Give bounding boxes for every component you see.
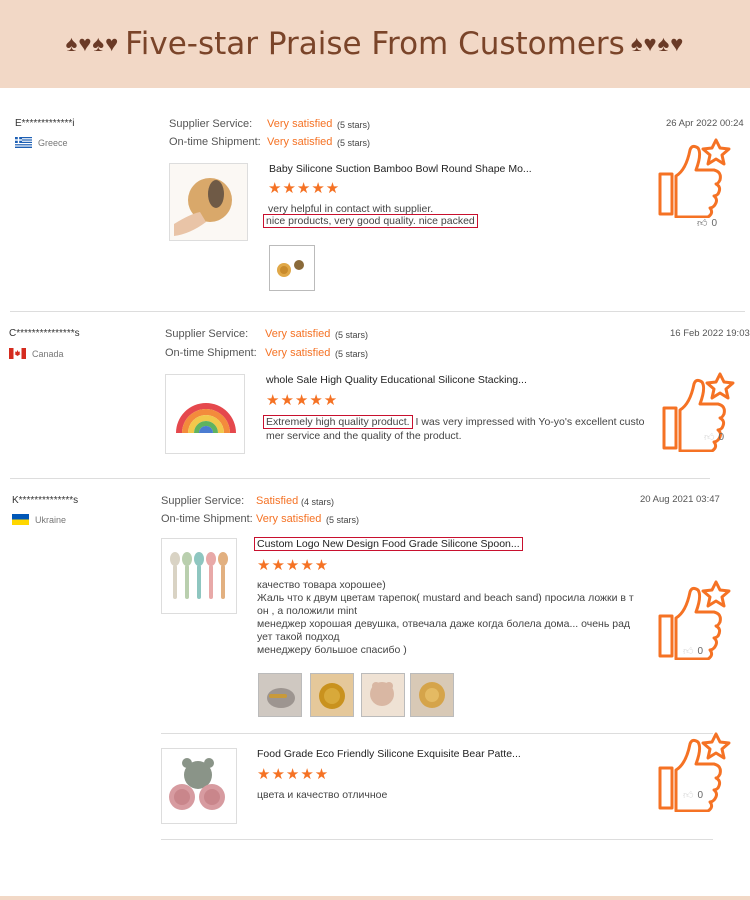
- product-image-2[interactable]: [161, 748, 237, 824]
- rating-stars: ★★★★★: [257, 557, 330, 574]
- highlighted-product-name[interactable]: Custom Logo New Design Food Grade Silico…: [254, 537, 523, 551]
- product-name[interactable]: whole Sale High Quality Educational Sili…: [266, 374, 527, 386]
- product-name[interactable]: Custom Logo New Design Food Grade Silico…: [254, 537, 523, 551]
- canada-flag-icon: [9, 348, 26, 359]
- like-button[interactable]: 👍︎ 0: [683, 645, 704, 658]
- review-date: 20 Aug 2021 03:47: [640, 494, 720, 505]
- like-icon: 👍︎: [704, 432, 715, 443]
- divider: [161, 733, 713, 734]
- comment-line-4: менеджер хорошая девушка, отвечала даже …: [257, 618, 631, 630]
- like-icon: 👍︎: [683, 646, 694, 657]
- thumbs-up-star-icon: [660, 372, 738, 457]
- supplier-service-stars: (4 stars): [301, 497, 335, 507]
- rating-stars: ★★★★★: [268, 180, 341, 197]
- reviewer-country: Greece: [15, 137, 68, 148]
- greece-flag-icon: [15, 137, 32, 148]
- comment-text: Extremely high quality product. I was ve…: [263, 415, 645, 429]
- reviewer-country: Canada: [9, 348, 64, 359]
- product-image[interactable]: [161, 538, 237, 614]
- country-name: Canada: [32, 348, 64, 359]
- comment-line-6: менеджеру большое спасибо ): [257, 644, 407, 656]
- shipment-value: Very satisfied: [267, 136, 333, 148]
- reviewer-country: Ukraine: [12, 514, 66, 525]
- supplier-service-label: Supplier Service:: [165, 328, 249, 340]
- country-name: Ukraine: [35, 514, 67, 525]
- like-count: 0: [718, 431, 725, 443]
- banner-title: Five-star Praise From Customers: [125, 26, 625, 62]
- product-name[interactable]: Baby Silicone Suction Bamboo Bowl Round …: [269, 163, 532, 175]
- ukraine-flag-icon: [12, 514, 29, 525]
- product-image[interactable]: [165, 374, 245, 454]
- shipment-value: Very satisfied: [256, 513, 322, 525]
- like-count: 0: [697, 789, 704, 801]
- supplier-service-label: Supplier Service:: [161, 495, 245, 507]
- highlighted-text: Extremely high quality product.: [263, 415, 413, 429]
- reviewer-name: K**************s: [12, 495, 79, 506]
- review-photo-2[interactable]: [310, 673, 354, 717]
- rating-stars-2: ★★★★★: [257, 766, 330, 783]
- comment-line-5: ует такой подход: [257, 631, 340, 643]
- comment-text-2: цвета и качество отличное: [257, 789, 388, 801]
- comment-highlight: nice products, very good quality. nice p…: [263, 214, 478, 228]
- country-name: Greece: [38, 137, 68, 148]
- bottom-band: [0, 896, 750, 900]
- divider: [10, 478, 710, 479]
- review-photo-3[interactable]: [361, 673, 405, 717]
- shipment-stars: (5 stars): [326, 515, 360, 525]
- review-photo-1[interactable]: [258, 673, 302, 717]
- reviewer-name: C***************s: [9, 328, 80, 339]
- comment-text-2: mer service and the quality of the produ…: [266, 430, 462, 442]
- shipment-label: On-time Shipment:: [165, 347, 257, 359]
- like-button[interactable]: 👍︎ 0: [697, 217, 718, 230]
- comment-line-1: качество товара хорошее): [257, 579, 386, 591]
- supplier-service-stars: (5 stars): [337, 120, 371, 130]
- supplier-service-label: Supplier Service:: [169, 118, 253, 130]
- like-count: 0: [697, 645, 704, 657]
- divider: [161, 839, 713, 840]
- hearts-right-icon: ♠♥♠♥: [630, 31, 685, 56]
- like-icon: 👍︎: [683, 790, 694, 801]
- shipment-label: On-time Shipment:: [169, 136, 261, 148]
- supplier-service-value: Very satisfied: [265, 328, 331, 340]
- like-button[interactable]: 👍︎ 0: [704, 431, 725, 444]
- like-button-2[interactable]: 👍︎ 0: [683, 789, 704, 802]
- review-date: 26 Apr 2022 00:24: [666, 118, 744, 129]
- highlighted-text: nice products, very good quality. nice p…: [263, 214, 478, 228]
- thumbs-up-star-icon-2: [656, 732, 734, 817]
- comment-line-2: Жаль что к двум цветам тарепок( mustard …: [257, 592, 634, 604]
- product-name-2[interactable]: Food Grade Eco Friendly Silicone Exquisi…: [257, 748, 521, 760]
- supplier-service-value: Satisfied: [256, 495, 299, 507]
- thumbs-up-star-icon: [656, 138, 734, 223]
- shipment-stars: (5 stars): [337, 138, 371, 148]
- review-photo-4[interactable]: [410, 673, 454, 717]
- hearts-left-icon: ♠♥♠♥: [65, 31, 120, 56]
- shipment-stars: (5 stars): [335, 349, 369, 359]
- rating-stars: ★★★★★: [266, 392, 339, 409]
- shipment-label: On-time Shipment:: [161, 513, 253, 525]
- praise-banner: ♠♥♠♥ Five-star Praise From Customers ♠♥♠…: [0, 0, 750, 88]
- review-date: 16 Feb 2022 19:03: [670, 328, 750, 339]
- reviewer-name: E*************i: [15, 118, 75, 129]
- supplier-service-stars: (5 stars): [335, 330, 369, 340]
- shipment-value: Very satisfied: [265, 347, 331, 359]
- review-photo[interactable]: [269, 245, 315, 291]
- comment-rest: I was very impressed with Yo-yo's excell…: [412, 416, 645, 428]
- divider: [10, 311, 745, 312]
- comment-line-3: он , а положили mint: [257, 605, 358, 617]
- supplier-service-value: Very satisfied: [267, 118, 333, 130]
- product-image[interactable]: [169, 163, 248, 241]
- like-count: 0: [711, 217, 718, 229]
- like-icon: 👍︎: [697, 218, 708, 229]
